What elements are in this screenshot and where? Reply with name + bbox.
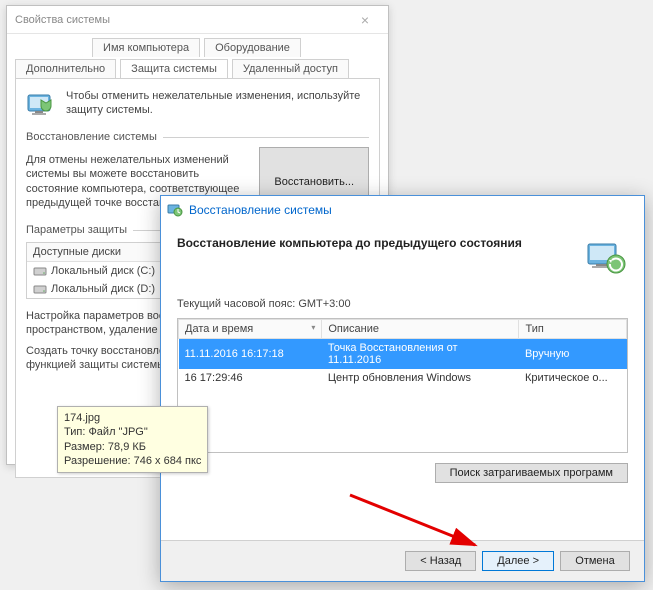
next-button[interactable]: Далее > <box>482 551 554 571</box>
tooltip-filename: 174.jpg <box>64 411 201 425</box>
table-row[interactable]: 11.11.2016 16:17:18 Точка Восстановления… <box>179 339 627 370</box>
wizard-footer: < Назад Далее > Отмена <box>161 540 644 581</box>
titlebar[interactable]: Свойства системы × <box>7 6 388 34</box>
cell-description: Точка Восстановления от 11.11.2016 <box>322 339 519 370</box>
tab-strip: Имя компьютера Оборудование Дополнительн… <box>7 34 388 78</box>
tooltip-size: Размер: 78,9 КБ <box>64 440 201 454</box>
cancel-button[interactable]: Отмена <box>560 551 630 571</box>
system-restore-window: Восстановление системы Восстановление ко… <box>160 195 645 582</box>
disk-label: Локальный диск (D:) <box>51 283 155 295</box>
cell-type: Критическое о... <box>519 369 627 387</box>
col-type[interactable]: Тип <box>519 320 627 339</box>
tab-remote[interactable]: Удаленный доступ <box>232 59 349 78</box>
disk-label: Локальный диск (C:) <box>51 265 155 277</box>
tooltip-resolution: Разрешение: 746 x 684 пкс <box>64 454 201 468</box>
file-tooltip: 174.jpg Тип: Файл "JPG" Размер: 78,9 КБ … <box>57 406 208 473</box>
restore-icon <box>167 202 183 218</box>
col-datetime[interactable]: Дата и время <box>179 320 322 339</box>
tab-system-protection[interactable]: Защита системы <box>120 59 228 78</box>
back-button[interactable]: < Назад <box>405 551 476 571</box>
cell-datetime: 16 17:29:46 <box>179 369 322 387</box>
tab-advanced[interactable]: Дополнительно <box>15 59 116 78</box>
col-description[interactable]: Описание <box>322 320 519 339</box>
drive-icon <box>33 283 47 295</box>
scan-affected-button[interactable]: Поиск затрагиваемых программ <box>435 463 628 483</box>
shield-monitor-icon <box>26 89 58 121</box>
tab-computer-name[interactable]: Имя компьютера <box>92 38 200 57</box>
cell-description: Центр обновления Windows <box>322 369 519 387</box>
drive-icon <box>33 265 47 277</box>
wizard-heading: Восстановление компьютера до предыдущего… <box>177 236 574 250</box>
group-restore-label: Восстановление системы <box>26 131 369 143</box>
timezone-label: Текущий часовой пояс: GMT+3:00 <box>177 298 628 310</box>
restore-large-icon <box>584 236 628 280</box>
cell-datetime: 11.11.2016 16:17:18 <box>179 339 322 370</box>
protection-info-text: Чтобы отменить нежелательные изменения, … <box>66 89 369 121</box>
window-title: Свойства системы <box>15 14 350 26</box>
tab-hardware[interactable]: Оборудование <box>204 38 301 57</box>
table-row[interactable]: 16 17:29:46 Центр обновления Windows Кри… <box>179 369 627 387</box>
close-icon[interactable]: × <box>350 12 380 28</box>
tooltip-type: Тип: Файл "JPG" <box>64 425 201 439</box>
wizard-body: Восстановление компьютера до предыдущего… <box>161 224 644 495</box>
window-title: Восстановление системы <box>189 203 638 217</box>
cell-type: Вручную <box>519 339 627 370</box>
titlebar[interactable]: Восстановление системы <box>161 196 644 224</box>
restore-points-table[interactable]: Дата и время Описание Тип 11.11.2016 16:… <box>177 318 628 453</box>
